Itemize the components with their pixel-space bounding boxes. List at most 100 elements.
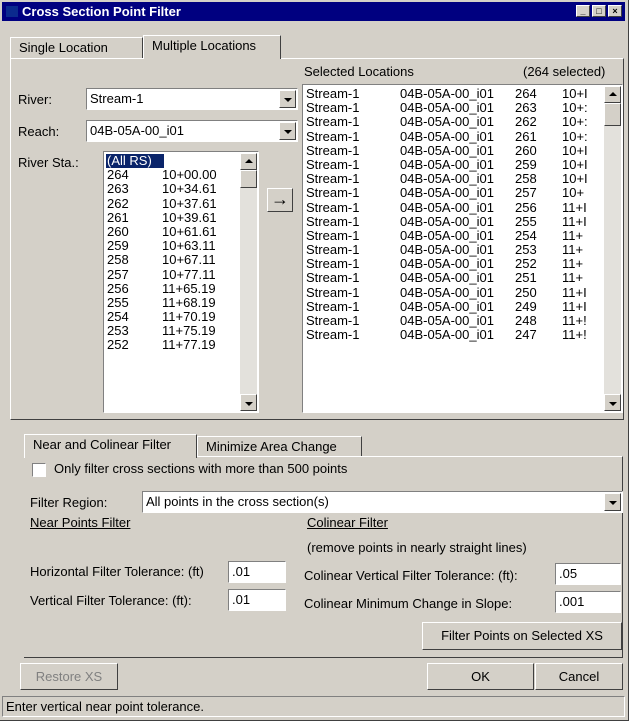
chevron-down-icon[interactable] [279, 90, 296, 108]
minimize-button[interactable]: _ [576, 5, 590, 17]
selected-location-row[interactable]: Stream-1 04B-05A-00_i01 255 11+I [305, 213, 603, 229]
scroll-thumb[interactable] [240, 170, 257, 188]
colinear-slope-input[interactable]: .001 [555, 591, 621, 613]
tab-label: Minimize Area Change [206, 439, 337, 454]
station-number: (All RS) [107, 153, 152, 168]
restore-xs-button[interactable]: Restore XS [20, 663, 118, 690]
colinear-subheading: (remove points in nearly straight lines) [307, 540, 527, 555]
close-button[interactable]: × [608, 5, 622, 17]
station-list-item[interactable]: 260 10+61.61 [106, 224, 239, 239]
station-list-item[interactable]: 263 10+34.61 [106, 182, 239, 196]
station-list-item[interactable]: 262 10+37.61 [106, 196, 239, 211]
tab-single-location[interactable]: Single Location [10, 37, 143, 59]
scroll-up-button[interactable] [604, 86, 621, 103]
row-river: Stream-1 [306, 242, 360, 258]
station-list-item[interactable]: 254 11+70.19 [106, 310, 239, 324]
selected-location-row[interactable]: Stream-1 04B-05A-00_i01 261 10+: [305, 128, 603, 144]
row-river: Stream-1 [306, 128, 360, 144]
station-list-item[interactable]: 257 10+77.11 [106, 266, 239, 282]
row-station: 255 [515, 213, 537, 229]
colinear-vertical-input[interactable]: .05 [555, 563, 621, 585]
scroll-thumb[interactable] [604, 103, 621, 126]
chevron-down-icon[interactable] [279, 122, 296, 140]
reach-select[interactable]: 04B-05A-00_i01 [86, 120, 298, 142]
title-bar[interactable]: Cross Section Point Filter _ □ × [2, 2, 625, 21]
filter-selected-xs-button[interactable]: Filter Points on Selected XS [422, 622, 622, 650]
row-reach: 04B-05A-00_i01 [400, 313, 494, 328]
station-list-item[interactable]: 256 11+65.19 [106, 280, 239, 296]
selected-location-row[interactable]: Stream-1 04B-05A-00_i01 263 10+: [305, 101, 603, 115]
station-list-item[interactable]: 253 11+75.19 [106, 324, 239, 338]
selected-location-row[interactable]: Stream-1 04B-05A-00_i01 254 11+ [305, 228, 603, 243]
selected-location-row[interactable]: Stream-1 04B-05A-00_i01 262 10+: [305, 115, 603, 129]
only-filter-label: Only filter cross sections with more tha… [54, 461, 348, 476]
row-station: 263 [515, 100, 537, 116]
station-list-item[interactable]: 259 10+63.11 [106, 239, 239, 253]
selected-location-row[interactable]: Stream-1 04B-05A-00_i01 258 10+I [305, 172, 603, 186]
selected-locations-list[interactable]: Stream-1 04B-05A-00_i01 264 10+I Stream-1 04B… [302, 84, 623, 413]
row-station: 256 [515, 199, 537, 215]
row-reach: 04B-05A-00_i01 [400, 100, 494, 116]
row-rs: 11+I [562, 298, 587, 314]
selected-location-row[interactable]: Stream-1 04B-05A-00_i01 249 11+I [305, 298, 603, 314]
selected-location-row[interactable]: Stream-1 04B-05A-00_i01 256 11+I [305, 199, 603, 215]
station-list-item[interactable]: 255 11+68.19 [106, 295, 239, 310]
selected-location-row[interactable]: Stream-1 04B-05A-00_i01 260 10+I [305, 142, 603, 158]
station-value: 11+65.19 [162, 280, 216, 296]
tab-near-colinear-filter[interactable]: Near and Colinear Filter [24, 434, 197, 458]
ok-button[interactable]: OK [427, 663, 534, 690]
app-icon [6, 6, 18, 17]
row-river: Stream-1 [306, 185, 360, 201]
row-river: Stream-1 [306, 270, 360, 286]
row-reach: 04B-05A-00_i01 [400, 199, 494, 215]
row-river: Stream-1 [306, 100, 360, 116]
selected-location-row[interactable]: Stream-1 04B-05A-00_i01 253 11+ [305, 243, 603, 257]
station-list-item[interactable]: 252 11+77.19 [106, 338, 239, 352]
row-rs: 10+I [562, 87, 588, 101]
scroll-down-button[interactable] [604, 394, 621, 411]
cancel-button[interactable]: Cancel [535, 663, 623, 690]
add-selection-button[interactable]: → [267, 188, 293, 212]
selected-location-row[interactable]: Stream-1 04B-05A-00_i01 248 11+! [305, 314, 603, 328]
selected-location-row[interactable]: Stream-1 04B-05A-00_i01 250 11+I [305, 284, 603, 300]
reach-label: Reach: [18, 124, 60, 139]
selected-location-row[interactable]: Stream-1 04B-05A-00_i01 264 10+I [305, 87, 603, 101]
scroll-down-button[interactable] [240, 394, 257, 411]
selected-location-row[interactable]: Stream-1 04B-05A-00_i01 247 11+! [305, 328, 603, 342]
selected-scrollbar[interactable] [604, 86, 621, 411]
row-station: 251 [515, 270, 537, 286]
station-value: 10+34.61 [162, 181, 217, 197]
station-scrollbar[interactable] [240, 153, 257, 411]
selected-location-row[interactable]: Stream-1 04B-05A-00_i01 251 11+ [305, 271, 603, 285]
selected-location-row[interactable]: Stream-1 04B-05A-00_i01 259 10+I [305, 156, 603, 172]
chevron-down-icon[interactable] [604, 493, 621, 511]
maximize-button[interactable]: □ [592, 5, 606, 17]
vertical-tolerance-input[interactable]: .01 [228, 589, 286, 611]
tab-minimize-area-change[interactable]: Minimize Area Change [197, 436, 362, 458]
row-station: 259 [515, 156, 537, 172]
horizontal-tolerance-input[interactable]: .01 [228, 561, 286, 583]
station-value: 11+70.19 [162, 309, 216, 325]
row-river: Stream-1 [306, 156, 360, 172]
river-station-list[interactable]: (All RS) 264 10+00.00 263 10+34.61 262 10+37.6… [103, 151, 259, 413]
river-select[interactable]: Stream-1 [86, 88, 298, 110]
tab-multiple-locations[interactable]: Multiple Locations [143, 35, 281, 59]
row-rs: 11+I [562, 284, 587, 300]
row-reach: 04B-05A-00_i01 [400, 256, 494, 272]
row-river: Stream-1 [306, 142, 360, 158]
station-list-item[interactable]: 261 10+39.61 [106, 210, 239, 225]
reach-value: 04B-05A-00_i01 [90, 123, 184, 138]
only-filter-checkbox[interactable] [32, 463, 46, 477]
row-reach: 04B-05A-00_i01 [400, 327, 494, 343]
station-list-item[interactable]: 258 10+67.11 [106, 253, 239, 267]
selected-location-row[interactable]: Stream-1 04B-05A-00_i01 252 11+ [305, 257, 603, 271]
row-station: 252 [515, 256, 537, 272]
scroll-up-button[interactable] [240, 153, 257, 170]
station-number: 257 [107, 266, 129, 282]
station-list-item[interactable]: 264 10+00.00 [106, 168, 239, 182]
station-list-item[interactable]: (All RS) [106, 153, 164, 169]
filter-region-select[interactable]: All points in the cross section(s) [142, 491, 623, 513]
dialog-window: Cross Section Point Filter _ □ × Single … [0, 0, 629, 721]
selected-location-row[interactable]: Stream-1 04B-05A-00_i01 257 10+ [305, 186, 603, 200]
row-river: Stream-1 [306, 298, 360, 314]
